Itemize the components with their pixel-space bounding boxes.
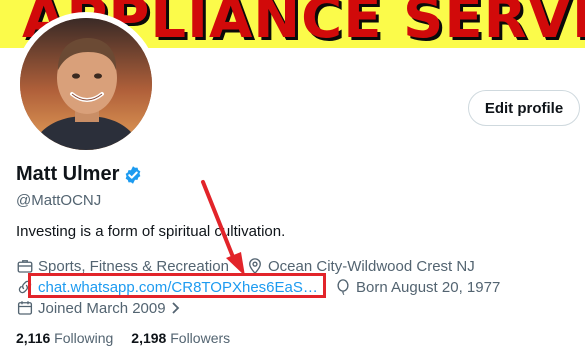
followers-link[interactable]: 2,198 Followers	[131, 330, 230, 346]
calendar-icon	[17, 301, 33, 315]
edit-profile-button[interactable]: Edit profile	[468, 90, 580, 126]
annotation-highlight-box	[28, 273, 326, 298]
birthday-label: Born August 20, 1977	[356, 278, 501, 296]
following-label: Following	[54, 330, 114, 346]
name-row: Matt Ulmer	[16, 163, 143, 186]
following-link[interactable]: 2,116 Following	[16, 330, 113, 346]
followers-count: 2,198	[131, 330, 167, 346]
followers-label: Followers	[170, 330, 231, 346]
avatar-image	[20, 18, 152, 150]
balloon-icon	[337, 279, 349, 295]
display-name: Matt Ulmer	[16, 163, 120, 185]
meta-joined: Joined March 2009	[16, 299, 182, 317]
avatar[interactable]	[20, 18, 152, 150]
verified-badge-icon[interactable]	[123, 165, 143, 185]
location-label: Ocean City-Wildwood Crest NJ	[268, 257, 475, 275]
meta-birthday: Born August 20, 1977	[334, 278, 500, 296]
chevron-right-icon[interactable]	[170, 301, 182, 315]
handle: @MattOCNJ	[16, 192, 102, 209]
following-count: 2,116	[16, 330, 51, 346]
bio: Investing is a form of spiritual cultiva…	[16, 223, 286, 240]
category-label: Sports, Fitness & Recreation	[38, 257, 229, 275]
joined-label: Joined March 2009	[38, 299, 166, 317]
follow-counts: 2,116 Following 2,198 Followers	[16, 330, 230, 346]
